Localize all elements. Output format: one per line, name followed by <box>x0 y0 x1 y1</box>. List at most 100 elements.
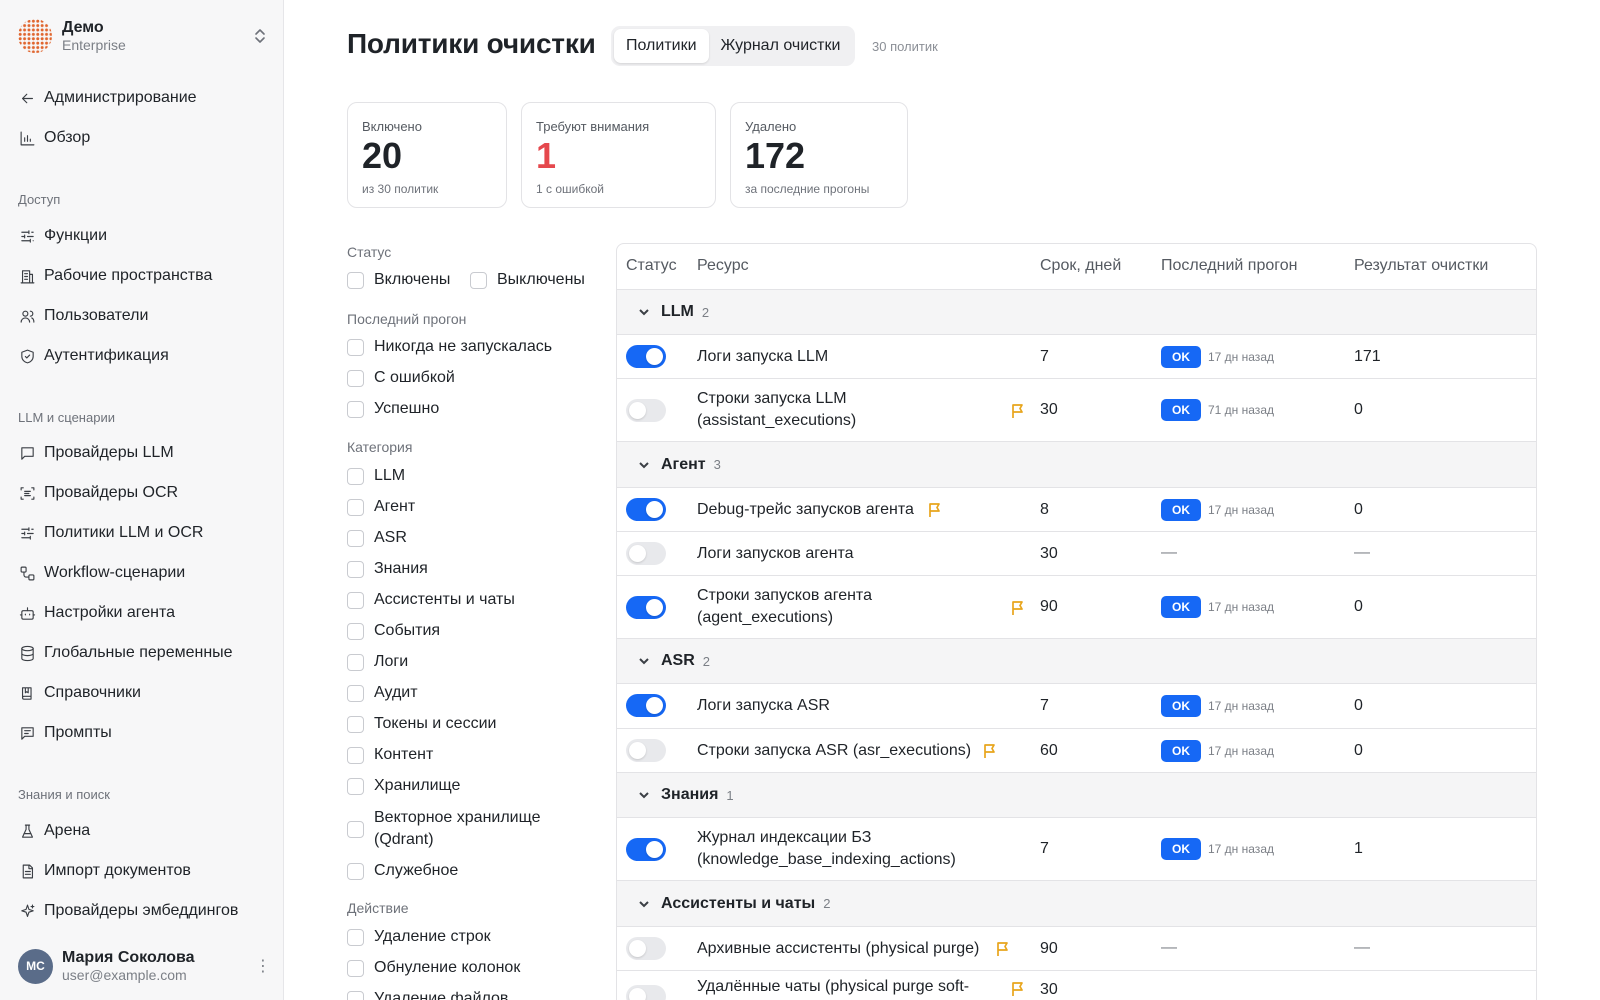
group-header[interactable]: Ассистенты и чаты 2 <box>617 881 1536 927</box>
nav-llm-providers[interactable]: Провайдеры LLM <box>18 438 268 468</box>
checkbox[interactable] <box>347 862 364 880</box>
checkbox[interactable] <box>347 498 364 516</box>
nav-llm-ocr-policies[interactable]: Политики LLM и OCR <box>18 518 268 548</box>
filter-category-option[interactable]: Логи <box>347 653 408 671</box>
filter-category-option[interactable]: Токены и сессии <box>347 715 496 733</box>
checkbox[interactable] <box>347 622 364 640</box>
org-switcher[interactable]: Демо Enterprise <box>18 16 268 56</box>
checkbox[interactable] <box>347 959 364 977</box>
group-count: 3 <box>713 457 721 472</box>
checkbox[interactable] <box>347 928 364 946</box>
flag-icon <box>1011 600 1025 616</box>
checkbox[interactable] <box>347 591 364 609</box>
checkbox[interactable] <box>347 271 364 289</box>
enable-toggle[interactable] <box>626 694 666 717</box>
table-row[interactable]: Архивные ассистенты (physical purge) 90 … <box>617 927 1536 971</box>
checkbox[interactable] <box>347 560 364 578</box>
group-header[interactable]: ASR 2 <box>617 639 1536 684</box>
checkbox[interactable] <box>347 338 364 356</box>
nav-doc-import[interactable]: Импорт документов <box>18 856 268 886</box>
checkbox[interactable] <box>347 467 364 485</box>
nav-back-admin[interactable]: Администрирование <box>18 83 268 113</box>
table-row[interactable]: Строки запуска ASR (asr_executions) 60 O… <box>617 729 1536 773</box>
group-header[interactable]: LLM 2 <box>617 290 1536 335</box>
nav-agent-settings[interactable]: Настройки агента <box>18 598 268 628</box>
col-term[interactable]: Срок, дней <box>1040 257 1121 275</box>
checkbox[interactable] <box>347 684 364 702</box>
checkbox[interactable] <box>347 820 364 838</box>
enable-toggle[interactable] <box>626 838 666 861</box>
filter-lastrun-success[interactable]: Успешно <box>347 400 439 418</box>
group-header[interactable]: Агент 3 <box>617 442 1536 488</box>
filter-category-option[interactable]: Знания <box>347 560 428 578</box>
message-square-icon <box>18 444 36 462</box>
enable-toggle[interactable] <box>626 739 666 762</box>
filter-status-disabled[interactable]: Выключены <box>470 271 585 289</box>
filter-category-option[interactable]: События <box>347 622 440 640</box>
nav-global-vars[interactable]: Глобальные переменные <box>18 638 268 668</box>
nav-ocr-providers[interactable]: Провайдеры OCR <box>18 478 268 508</box>
filter-category-option[interactable]: Ассистенты и чаты <box>347 591 515 609</box>
filter-status-enabled[interactable]: Включены <box>347 271 450 289</box>
table-row[interactable]: Debug-трейс запусков агента 8 OK 17 дн н… <box>617 488 1536 532</box>
group-header[interactable]: Знания 1 <box>617 773 1536 818</box>
nav-arena[interactable]: Арена <box>18 816 268 846</box>
col-resource[interactable]: Ресурс <box>697 257 749 275</box>
col-last-run[interactable]: Последний прогон <box>1161 257 1297 275</box>
filter-category-option[interactable]: ASR <box>347 529 407 547</box>
filter-label: Обнуление колонок <box>374 959 521 976</box>
table-row[interactable]: Журнал индексации БЗ (knowledge_base_ind… <box>617 818 1536 881</box>
enable-toggle[interactable] <box>626 596 666 619</box>
filter-action-option[interactable]: Обнуление колонок <box>347 959 520 977</box>
nav-embedding-providers[interactable]: Провайдеры эмбеддингов <box>18 896 268 926</box>
enable-toggle[interactable] <box>626 937 666 960</box>
filter-category-option[interactable]: Векторное хранилище (Qdrant) <box>347 807 567 851</box>
nav-dictionaries[interactable]: Справочники <box>18 678 268 708</box>
checkbox[interactable] <box>347 746 364 764</box>
nav-users[interactable]: Пользователи <box>18 301 268 331</box>
filter-lastrun-never[interactable]: Никогда не запускалась <box>347 338 552 356</box>
filter-category-option[interactable]: Аудит <box>347 684 418 702</box>
nav-features[interactable]: Функции <box>18 221 268 251</box>
nav-auth[interactable]: Аутентификация <box>18 341 268 371</box>
nav-workspaces[interactable]: Рабочие пространства <box>18 261 268 291</box>
filter-category-option[interactable]: Агент <box>347 498 415 516</box>
nav-prompts[interactable]: Промпты <box>18 718 268 748</box>
filter-category-option[interactable]: Служебное <box>347 862 458 880</box>
filter-action-option[interactable]: Удаление строк <box>347 928 491 946</box>
checkbox[interactable] <box>347 369 364 387</box>
filter-lastrun-error[interactable]: С ошибкой <box>347 369 455 387</box>
filter-category-option[interactable]: LLM <box>347 467 405 485</box>
chevron-up-down-icon[interactable] <box>252 26 268 46</box>
checkbox[interactable] <box>347 653 364 671</box>
checkbox[interactable] <box>347 777 364 795</box>
filter-category-option[interactable]: Хранилище <box>347 777 460 795</box>
filter-action-option[interactable]: Удаление файлов <box>347 990 508 1000</box>
table-row[interactable]: Логи запуска ASR 7 OK 17 дн назад 0 <box>617 684 1536 729</box>
checkbox[interactable] <box>347 400 364 418</box>
table-row[interactable]: Строки запуска LLM (assistant_executions… <box>617 379 1536 442</box>
enable-toggle[interactable] <box>626 345 666 368</box>
nav-embedding-providers-label: Провайдеры эмбеддингов <box>44 902 239 919</box>
user-profile[interactable]: МС Мария Соколова user@example.com ⋮ <box>18 946 271 986</box>
filter-category-option[interactable]: Контент <box>347 746 433 764</box>
table-row[interactable]: Логи запусков агента 30 — — <box>617 532 1536 576</box>
tab-policies[interactable]: Политики <box>614 29 709 63</box>
enable-toggle[interactable] <box>626 498 666 521</box>
enable-toggle[interactable] <box>626 985 666 1000</box>
enable-toggle[interactable] <box>626 399 666 422</box>
table-row[interactable]: Логи запуска LLM 7 OK 17 дн назад 171 <box>617 335 1536 379</box>
col-result[interactable]: Результат очистки <box>1354 257 1488 275</box>
more-vertical-icon[interactable]: ⋮ <box>255 956 271 976</box>
checkbox[interactable] <box>347 990 364 1000</box>
nav-workflows[interactable]: Workflow-сценарии <box>18 558 268 588</box>
table-row[interactable]: Удалённые чаты (physical purge soft-dele… <box>617 971 1536 1000</box>
checkbox[interactable] <box>470 271 487 289</box>
table-row[interactable]: Строки запусков агента (agent_executions… <box>617 576 1536 639</box>
tab-cleanup-log[interactable]: Журнал очистки <box>709 29 853 63</box>
nav-overview[interactable]: Обзор <box>18 123 268 153</box>
checkbox[interactable] <box>347 529 364 547</box>
col-status[interactable]: Статус <box>626 257 677 275</box>
enable-toggle[interactable] <box>626 542 666 565</box>
checkbox[interactable] <box>347 715 364 733</box>
